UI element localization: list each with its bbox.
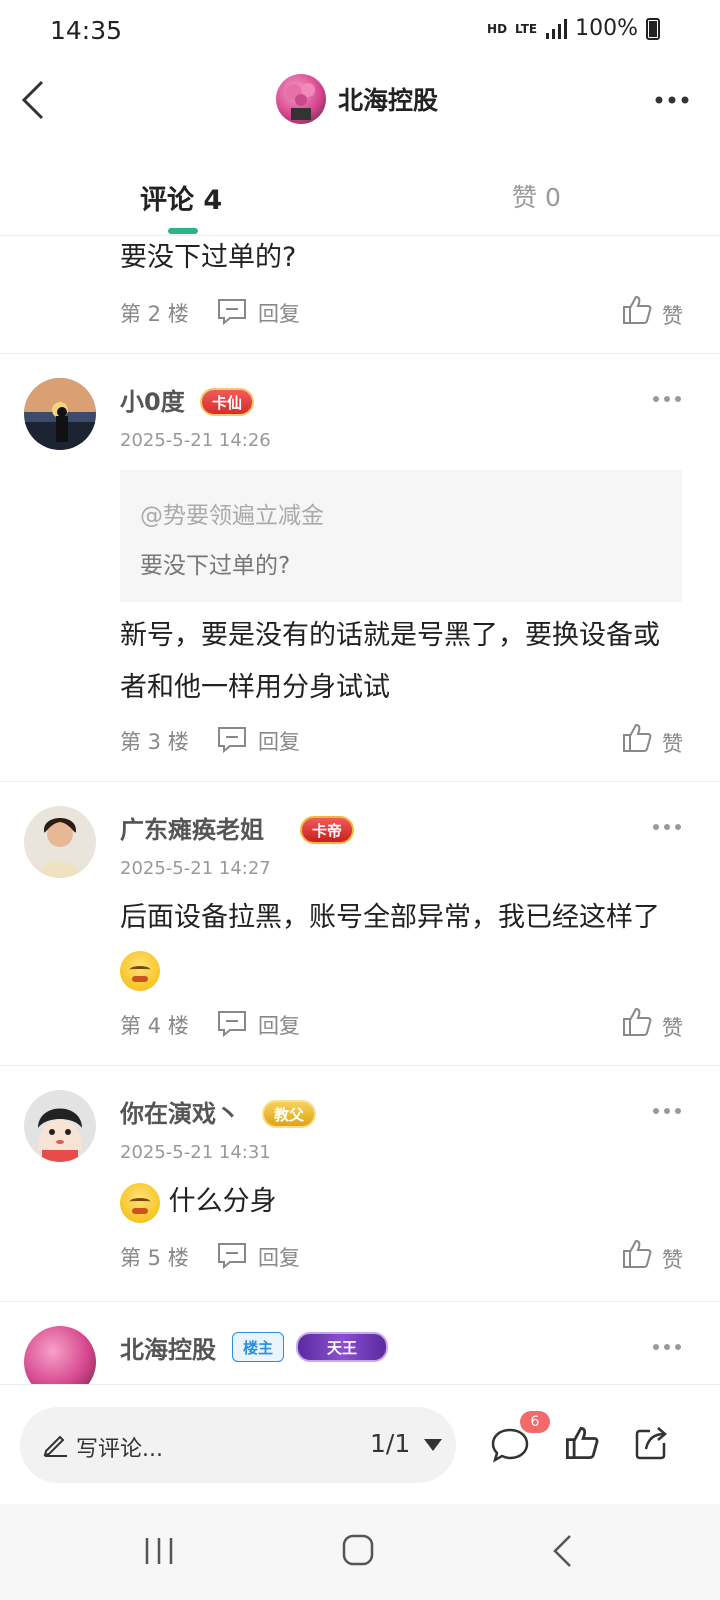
battery-icon <box>646 17 660 40</box>
status-icons: HD LTE 100% <box>487 16 660 41</box>
comment-footer: 第 3 楼 回复 赞 <box>120 722 685 758</box>
grimace-emoji-icon <box>120 950 160 991</box>
username[interactable]: 小0度 <box>120 382 185 417</box>
reply-icon[interactable] <box>216 1009 248 1037</box>
floor-label: 第 3 楼 <box>120 730 189 754</box>
username[interactable]: 广东瘫痪老姐 <box>120 810 264 845</box>
comment-text: 什么分身 <box>120 1176 680 1228</box>
level-badge: 天王 <box>296 1332 388 1362</box>
tab-indicator <box>168 228 198 234</box>
recents-icon[interactable] <box>143 1536 175 1566</box>
timestamp: 2025-5-21 14:31 <box>120 1142 271 1163</box>
level-badge: 卡帝 <box>300 816 355 844</box>
like-button[interactable]: 赞 <box>662 300 683 330</box>
tab-likes[interactable]: 赞 0 <box>512 178 561 214</box>
floor-label: 第 5 楼 <box>120 1246 189 1270</box>
like-icon[interactable] <box>621 294 653 326</box>
reply-icon[interactable] <box>216 725 248 753</box>
username[interactable]: 你在演戏丶 <box>120 1094 240 1129</box>
quoted-text: 要没下过单的? <box>140 553 291 579</box>
avatar[interactable] <box>24 378 96 450</box>
more-icon[interactable] <box>652 392 682 406</box>
comment-text-body: 什么分身 <box>168 1186 277 1217</box>
signal-icon <box>546 18 568 39</box>
more-icon[interactable] <box>652 1104 682 1118</box>
level-badge: 卡仙 <box>200 388 255 416</box>
reply-button[interactable]: 回复 <box>258 1010 300 1040</box>
thread-owner[interactable]: 北海控股 <box>276 74 438 124</box>
more-icon[interactable] <box>652 1340 682 1354</box>
comment-footer: 第 5 楼 回复 赞 <box>120 1238 685 1274</box>
floor-label: 第 4 楼 <box>120 1014 189 1038</box>
more-icon[interactable] <box>654 88 690 112</box>
tongue-emoji-icon <box>120 1182 160 1223</box>
reply-button[interactable]: 回复 <box>258 298 300 328</box>
quoted-username: @势要领遍立减金 <box>140 503 324 529</box>
like-icon[interactable] <box>621 1006 653 1038</box>
avatar[interactable] <box>24 1090 96 1162</box>
level-badge: 教父 <box>262 1100 317 1128</box>
comment-item: 你在演戏丶 教父 2025-5-21 14:31 什么分身 第 5 楼 回复 赞 <box>0 1066 720 1302</box>
comment-icon[interactable] <box>490 1427 530 1463</box>
comment-text: 要没下过单的? <box>120 242 297 273</box>
caret-down-icon[interactable] <box>424 1439 442 1451</box>
avatar <box>276 74 326 124</box>
network-type: HD <box>487 21 508 36</box>
home-icon[interactable] <box>342 1534 374 1566</box>
back-icon[interactable] <box>18 78 58 122</box>
like-button[interactable]: 赞 <box>662 1012 683 1042</box>
tab-comments[interactable]: 评论 4 <box>140 178 222 217</box>
reply-icon[interactable] <box>216 297 248 325</box>
status-time: 14:35 <box>50 16 123 45</box>
battery-percent: 100% <box>575 16 638 41</box>
comment-footer: 第 4 楼 回复 赞 <box>120 1006 685 1042</box>
bottom-action-bar: 写评论... 1/1 6 <box>0 1384 720 1504</box>
reply-icon[interactable] <box>216 1241 248 1269</box>
comment-list: 要没下过单的? 第 2 楼 回复 赞 小0度 卡仙 2025-5-21 14:2… <box>0 236 720 1384</box>
avatar[interactable] <box>24 806 96 878</box>
pencil-icon <box>43 1435 67 1457</box>
status-bar: 14:35 HD LTE 100% <box>0 0 720 64</box>
like-icon[interactable] <box>621 1238 653 1270</box>
quoted-comment[interactable]: @势要领遍立减金 要没下过单的? <box>120 470 682 602</box>
reply-button[interactable]: 回复 <box>258 726 300 756</box>
comment-text: 新号，要是没有的话就是号黑了，要换设备或者和他一样用分身试试 <box>120 620 660 703</box>
timestamp: 2025-5-21 14:26 <box>120 430 271 451</box>
username[interactable]: 北海控股 <box>120 1330 216 1365</box>
comment-item: 小0度 卡仙 2025-5-21 14:26 @势要领遍立减金 要没下过单的? … <box>0 354 720 782</box>
page-indicator[interactable]: 1/1 <box>370 1429 410 1458</box>
comment-item: 北海控股 楼主 天王 <box>0 1302 720 1384</box>
comment-item: 要没下过单的? 第 2 楼 回复 赞 <box>0 236 720 354</box>
comment-item: 广东瘫痪老姐 卡帝 2025-5-21 14:27 后面设备拉黑，账号全部异常，… <box>0 782 720 1066</box>
comment-text: 后面设备拉黑，账号全部异常，我已经这样了 <box>120 892 680 996</box>
reply-button[interactable]: 回复 <box>258 1242 300 1272</box>
comment-placeholder: 写评论... <box>76 1437 163 1462</box>
lte-indicator: LTE <box>515 21 538 36</box>
comment-input[interactable]: 写评论... 1/1 <box>20 1407 456 1483</box>
avatar[interactable] <box>24 1326 96 1384</box>
like-icon[interactable] <box>564 1425 600 1461</box>
top-nav: 北海控股 <box>0 64 720 138</box>
floor-label: 第 2 楼 <box>120 302 189 326</box>
comment-footer: 第 2 楼 回复 赞 <box>120 294 685 330</box>
comment-text-body: 后面设备拉黑，账号全部异常，我已经这样了 <box>120 902 660 933</box>
more-icon[interactable] <box>652 820 682 834</box>
owner-badge: 楼主 <box>232 1332 285 1362</box>
page-title: 北海控股 <box>338 86 439 115</box>
comment-count-badge: 6 <box>520 1411 550 1433</box>
like-button[interactable]: 赞 <box>662 1244 683 1274</box>
share-icon[interactable] <box>634 1425 670 1461</box>
timestamp: 2025-5-21 14:27 <box>120 858 271 879</box>
system-nav-bar <box>0 1504 720 1600</box>
tab-bar: 评论 4 赞 0 <box>0 160 720 236</box>
like-button[interactable]: 赞 <box>662 728 683 758</box>
system-back-icon[interactable] <box>552 1534 572 1568</box>
like-icon[interactable] <box>621 722 653 754</box>
